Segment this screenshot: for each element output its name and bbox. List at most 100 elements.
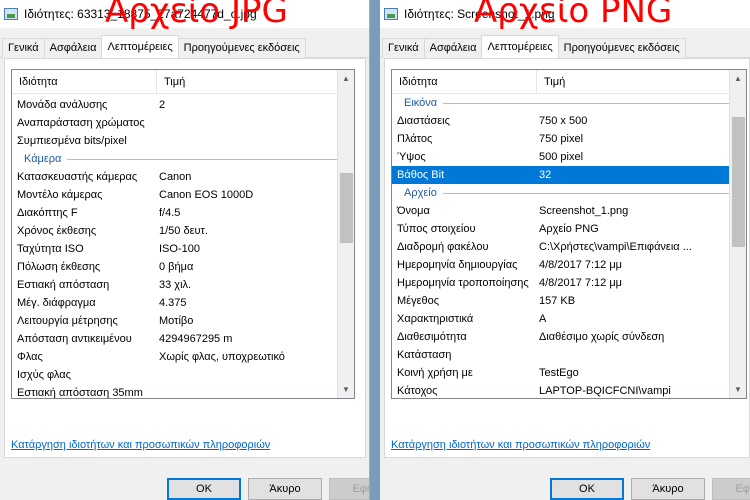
property-name: Συμπιεσμένα bits/pixel: [17, 135, 127, 147]
property-row[interactable]: Διαθεσιμότητα Διαθέσιμο χωρίς σύνδεση: [392, 328, 746, 346]
group-label: Εικόνα: [404, 97, 438, 109]
property-row[interactable]: Πόλωση έκθεσης 0 βήμα: [12, 258, 354, 276]
property-value: 32: [539, 169, 552, 181]
overlay-label: Αρχείο PNG: [474, 0, 673, 31]
property-name: Πόλωση έκθεσης: [17, 261, 101, 273]
property-value: Μοτίβο: [159, 315, 194, 327]
property-value: ISO-100: [159, 243, 200, 255]
property-row[interactable]: Μονάδα ανάλυσης 2: [12, 96, 354, 114]
property-row[interactable]: Ημερομηνία δημιουργίας 4/8/2017 7:12 μμ: [392, 256, 746, 274]
property-name: Ημερομηνία δημιουργίας: [397, 259, 518, 271]
list-header: Ιδιότητα Τιμή: [392, 70, 746, 94]
tab-strip: Γενικά Ασφάλεια Λεπτομέρειες Προηγούμενε…: [380, 35, 750, 58]
property-row[interactable]: Ισχύς φλας: [12, 366, 354, 384]
cancel-button[interactable]: Άκυρο: [631, 478, 705, 500]
list-rows: Μονάδα ανάλυσης 2 Αναπαράσταση χρώματος Συμ…: [12, 94, 354, 398]
vertical-scrollbar[interactable]: ▲ ▼: [729, 70, 746, 398]
property-row[interactable]: Κατάσταση: [392, 346, 746, 364]
property-row[interactable]: Συμπιεσμένα bits/pixel: [12, 132, 354, 150]
property-row[interactable]: Λειτουργία μέτρησης Μοτίβο: [12, 312, 354, 330]
tab-details[interactable]: Λεπτομέρειες: [481, 35, 559, 58]
title-bar[interactable]: Ιδιότητες: Screenshot_1.png Αρχείο PNG: [380, 0, 750, 28]
ok-button[interactable]: OK: [167, 478, 241, 500]
properties-list[interactable]: Ιδιότητα Τιμή Εικόνα Διαστάσεις 750 x 500 Π…: [391, 69, 747, 399]
property-value: 33 χιλ.: [159, 279, 192, 291]
property-value: 4/8/2017 7:12 μμ: [539, 277, 623, 289]
jpg-properties-window: Ιδιότητες: 63313_18875_27a724477d_o.jpg …: [0, 0, 370, 500]
scroll-up-icon[interactable]: ▲: [338, 70, 354, 87]
property-row[interactable]: Διαστάσεις 750 x 500: [392, 112, 746, 130]
property-name: Μοντέλο κάμερας: [17, 189, 103, 201]
tab-general[interactable]: Γενικά: [2, 38, 45, 58]
tab-general[interactable]: Γενικά: [382, 38, 425, 58]
property-row[interactable]: Τύπος στοιχείου Αρχείο PNG: [392, 220, 746, 238]
property-row[interactable]: Απόσταση αντικειμένου 4294967295 m: [12, 330, 354, 348]
group-divider: [442, 192, 738, 194]
property-row[interactable]: Ημερομηνία τροποποίησης 4/8/2017 7:12 μμ: [392, 274, 746, 292]
property-name: Μονάδα ανάλυσης: [17, 99, 108, 111]
property-name: Λειτουργία μέτρησης: [17, 315, 118, 327]
property-row[interactable]: Πλάτος 750 pixel: [392, 130, 746, 148]
property-row[interactable]: Όνομα Screenshot_1.png: [392, 202, 746, 220]
property-row[interactable]: Φλας Χωρίς φλας, υποχρεωτικό: [12, 348, 354, 366]
apply-button[interactable]: Εφαρ: [712, 478, 750, 500]
property-name: Ύψος: [397, 151, 426, 163]
property-row[interactable]: Κοινή χρήση με TestEgo: [392, 364, 746, 382]
column-header-property[interactable]: Ιδιότητα: [392, 70, 537, 93]
property-row[interactable]: Εστιακή απόσταση 33 χιλ.: [12, 276, 354, 294]
tab-security[interactable]: Ασφάλεια: [43, 38, 103, 58]
remove-properties-link[interactable]: Κατάργηση ιδιοτήτων και προσωπικών πληρο…: [391, 439, 650, 451]
column-header-value[interactable]: Τιμή: [537, 76, 565, 88]
tab-security[interactable]: Ασφάλεια: [423, 38, 483, 58]
property-row[interactable]: Μοντέλο κάμερας Canon EOS 1000D: [12, 186, 354, 204]
image-file-icon: [4, 8, 18, 20]
apply-button[interactable]: Εφαρ: [329, 478, 369, 500]
png-properties-window: Ιδιότητες: Screenshot_1.png Αρχείο PNG Γ…: [380, 0, 750, 500]
property-value: Διαθέσιμο χωρίς σύνδεση: [539, 331, 665, 343]
property-row[interactable]: Εστιακή απόσταση 35mm: [12, 384, 354, 398]
tab-details[interactable]: Λεπτομέρειες: [101, 35, 179, 58]
property-row[interactable]: Μέγ. διάφραγμα 4.375: [12, 294, 354, 312]
properties-list[interactable]: Ιδιότητα Τιμή Μονάδα ανάλυσης 2 Αναπαράστα…: [11, 69, 355, 399]
scroll-down-icon[interactable]: ▼: [338, 381, 354, 398]
scroll-thumb[interactable]: [340, 172, 353, 243]
window-gap: [370, 0, 380, 500]
property-name: Αναπαράσταση χρώματος: [17, 117, 145, 129]
group-label: Κάμερα: [24, 153, 62, 165]
group-header: Αρχείο: [392, 184, 746, 202]
property-name: Φλας: [17, 351, 43, 363]
scroll-thumb[interactable]: [732, 117, 745, 247]
property-value: Screenshot_1.png: [539, 205, 629, 217]
property-row[interactable]: Χρόνος έκθεσης 1/50 δευτ.: [12, 222, 354, 240]
property-row[interactable]: Κάτοχος LAPTOP-BQICFCNI\vampi: [392, 382, 746, 398]
overlay-label: Αρχείο JPG: [105, 0, 288, 31]
property-value: TestEgo: [539, 367, 579, 379]
property-value: 1/50 δευτ.: [159, 225, 208, 237]
scroll-up-icon[interactable]: ▲: [730, 70, 746, 87]
property-row[interactable]: Ύψος 500 pixel: [392, 148, 746, 166]
property-row[interactable]: Διαδρομή φακέλου C:\Χρήστες\vampi\Επιφάνε…: [392, 238, 746, 256]
property-name: Τύπος στοιχείου: [397, 223, 476, 235]
vertical-scrollbar[interactable]: ▲ ▼: [337, 70, 354, 398]
property-row[interactable]: Διακόπτης F f/4.5: [12, 204, 354, 222]
column-header-value[interactable]: Τιμή: [157, 76, 185, 88]
remove-properties-link[interactable]: Κατάργηση ιδιοτήτων και προσωπικών πληρο…: [11, 439, 270, 451]
property-row[interactable]: Κατασκευαστής κάμερας Canon: [12, 168, 354, 186]
tab-previous-versions[interactable]: Προηγούμενες εκδόσεις: [177, 38, 306, 58]
property-name: Πλάτος: [397, 133, 433, 145]
property-row[interactable]: Ταχύτητα ISO ISO-100: [12, 240, 354, 258]
cancel-button[interactable]: Άκυρο: [248, 478, 322, 500]
property-value: f/4.5: [159, 207, 181, 219]
property-row[interactable]: Χαρακτηριστικά A: [392, 310, 746, 328]
property-row[interactable]: Αναπαράσταση χρώματος: [12, 114, 354, 132]
scroll-down-icon[interactable]: ▼: [730, 381, 746, 398]
tab-previous-versions[interactable]: Προηγούμενες εκδόσεις: [557, 38, 686, 58]
group-label: Αρχείο: [404, 187, 437, 199]
property-row[interactable]: Βάθος Bit 32: [392, 166, 746, 184]
property-row[interactable]: Μέγεθος 157 KB: [392, 292, 746, 310]
ok-button[interactable]: OK: [550, 478, 624, 500]
title-bar[interactable]: Ιδιότητες: 63313_18875_27a724477d_o.jpg …: [0, 0, 369, 28]
property-value: 4.375: [159, 297, 187, 309]
column-header-property[interactable]: Ιδιότητα: [12, 70, 157, 93]
property-name: Κάτοχος: [397, 385, 438, 397]
